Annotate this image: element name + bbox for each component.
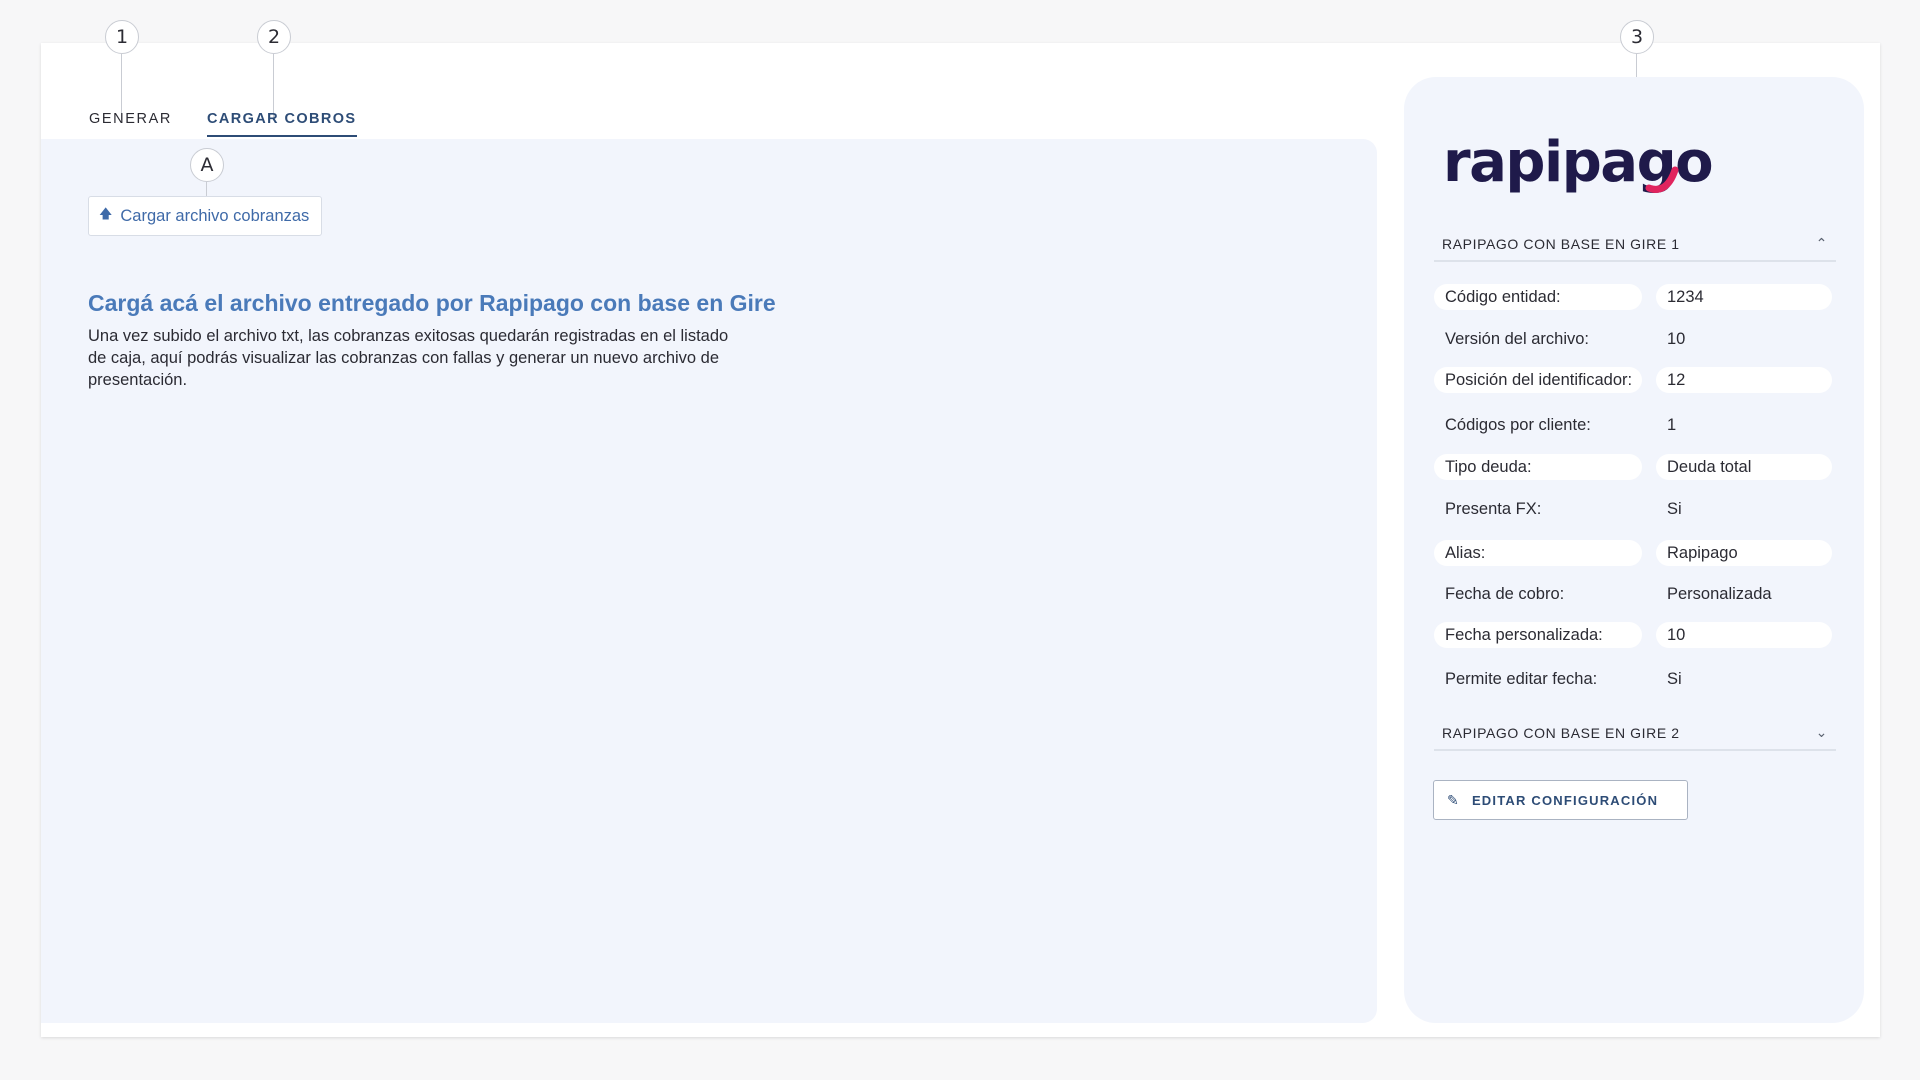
upload-arrow-icon: 🡅 [99,206,113,221]
rapipago-logo-swoosh [1645,166,1679,193]
chevron-down-icon: ⌄ [1815,725,1828,741]
field-value: Rapipago [1656,540,1832,566]
main-title: Cargá acá el archivo entregado por Rapip… [88,290,776,316]
field-value: Deuda total [1656,454,1832,480]
callout-3: 3 [1620,20,1654,80]
field-value: Si [1667,500,1682,518]
tab-cargar-cobros[interactable]: CARGAR COBROS [207,111,357,137]
field-codigo-entidad: Código entidad: 1234 [1434,284,1832,310]
accordion-gire-1-title: RAPIPAGO CON BASE EN GIRE 1 [1442,236,1680,252]
field-version-archivo: Versión del archivo: 10 [1434,326,1832,352]
field-codigos-cliente: Códigos por cliente: 1 [1434,412,1832,438]
callout-1: 1 [105,20,139,120]
callout-a-circle: A [190,148,224,182]
field-label: Fecha de cobro: [1445,585,1565,603]
field-posicion-identificador: Posición del identificador: 12 [1434,367,1832,393]
field-value: 10 [1667,330,1686,348]
field-label: Versión del archivo: [1445,330,1589,348]
field-label: Posición del identificador: [1434,367,1642,393]
main-panel [41,139,1377,1023]
field-value: 12 [1656,367,1832,393]
field-alias: Alias: Rapipago [1434,540,1832,566]
field-permite-editar-fecha: Permite editar fecha: Si [1434,666,1832,692]
chevron-up-icon: ⌃ [1815,236,1828,252]
field-label: Tipo deuda: [1434,454,1642,480]
callout-1-circle: 1 [105,20,139,54]
field-label: Alias: [1434,540,1642,566]
upload-file-button[interactable]: 🡅 Cargar archivo cobranzas [88,196,323,236]
callout-2-circle: 2 [257,20,291,54]
edit-configuration-button[interactable]: ✎ EDITAR CONFIGURACIÓN [1433,780,1688,820]
field-value: 10 [1656,622,1832,648]
tab-generar[interactable]: GENERAR [89,111,172,135]
field-label: Fecha personalizada: [1434,622,1642,648]
accordion-gire-2-header[interactable]: RAPIPAGO CON BASE EN GIRE 2 ⌄ [1434,725,1836,751]
accordion-gire-2-title: RAPIPAGO CON BASE EN GIRE 2 [1442,725,1680,741]
field-tipo-deuda: Tipo deuda: Deuda total [1434,454,1832,480]
callout-a: A [190,148,224,196]
field-fecha-cobro: Fecha de cobro: Personalizada [1434,581,1832,607]
field-presenta-fx: Presenta FX: Si [1434,496,1832,522]
main-description: Una vez subido el archivo txt, las cobra… [88,327,729,389]
field-value: 1 [1667,416,1677,434]
callout-2: 2 [257,20,291,120]
field-value: Si [1667,670,1682,688]
field-fecha-personalizada: Fecha personalizada: 10 [1434,622,1832,648]
field-label: Códigos por cliente: [1445,416,1591,434]
field-label: Código entidad: [1434,284,1642,310]
callout-3-circle: 3 [1620,20,1654,54]
field-label: Presenta FX: [1445,500,1542,518]
field-value: Personalizada [1667,585,1772,603]
upload-button-label: Cargar archivo cobranzas [120,206,310,225]
pencil-icon: ✎ [1447,791,1460,808]
accordion-gire-1-header[interactable]: RAPIPAGO CON BASE EN GIRE 1 ⌃ [1434,236,1836,262]
field-label: Permite editar fecha: [1445,670,1598,688]
edit-button-label: EDITAR CONFIGURACIÓN [1471,792,1659,808]
field-value: 1234 [1656,284,1832,310]
